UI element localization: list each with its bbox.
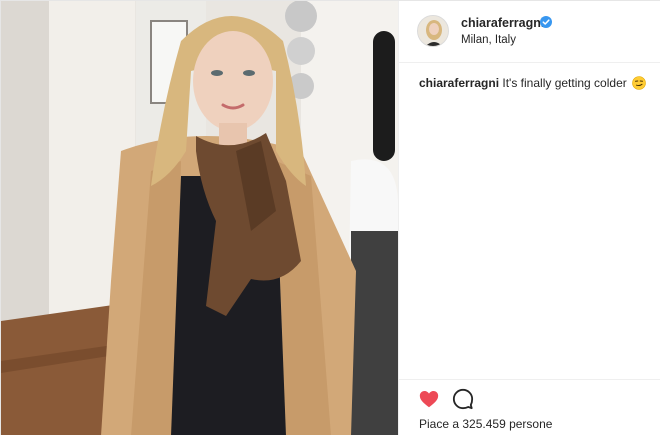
smirking-face-icon	[632, 76, 646, 90]
post-header: chiaraferragni Milan, Italy	[399, 1, 660, 63]
username-link[interactable]: chiaraferragni	[461, 16, 544, 30]
location-link[interactable]: Milan, Italy	[461, 34, 516, 46]
likes-count[interactable]: Piace a 325.459 persone	[419, 417, 552, 431]
caption: chiaraferragni It's finally getting cold…	[419, 75, 649, 91]
avatar[interactable]	[417, 15, 449, 47]
avatar-image	[418, 16, 448, 46]
post-photo-illustration	[1, 1, 398, 435]
verified-badge-icon	[540, 16, 552, 28]
post-actions: Piace a 325.459 persone	[399, 379, 660, 435]
post-side-panel: chiaraferragni Milan, Italy chiaraferrag…	[398, 1, 660, 435]
caption-username-link[interactable]: chiaraferragni	[419, 76, 499, 90]
caption-text: It's finally getting colder	[502, 76, 627, 90]
heart-icon[interactable]	[418, 388, 440, 410]
speech-bubble-icon[interactable]	[452, 388, 474, 410]
post-photo[interactable]	[1, 1, 398, 435]
instagram-post: chiaraferragni Milan, Italy chiaraferrag…	[0, 0, 660, 435]
